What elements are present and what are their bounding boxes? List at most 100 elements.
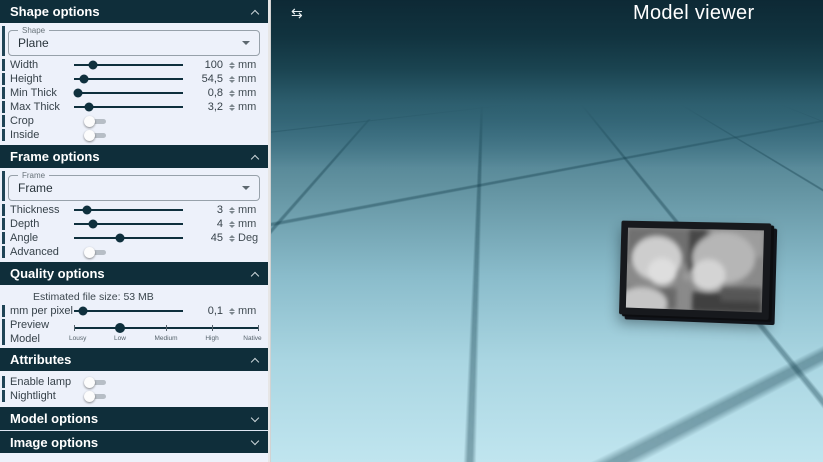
number-stepper-icon[interactable]	[228, 62, 235, 69]
number-stepper-icon[interactable]	[228, 90, 235, 97]
frame-select-row: Frame Frame	[8, 175, 260, 201]
quality-slider-track[interactable]	[74, 327, 258, 329]
section-header-quality-options[interactable]: Quality options	[0, 262, 268, 285]
min-thick-slider[interactable]	[74, 92, 183, 94]
shape-select[interactable]: Shape Plane	[8, 30, 260, 56]
slider-label: Angle	[10, 232, 74, 244]
slider-thumb[interactable]	[79, 75, 88, 84]
horizon-haze	[271, 105, 823, 167]
width-value[interactable]: 100	[193, 59, 223, 71]
toggle-label: Inside	[10, 129, 74, 141]
max-thick-value[interactable]: 3,2	[193, 101, 223, 113]
crop-toggle[interactable]	[84, 115, 107, 127]
toggle-row-crop: Crop	[0, 114, 268, 128]
options-sidebar: Shape options Shape Plane Width 100 mm H…	[0, 0, 268, 462]
number-stepper-icon[interactable]	[228, 76, 235, 83]
shape-select-row: Shape Plane	[8, 30, 260, 56]
attributes-body: Enable lamp Nightlight	[0, 371, 268, 407]
chevron-down-icon	[251, 437, 259, 445]
slider-thumb[interactable]	[78, 307, 87, 316]
section-title: Quality options	[10, 266, 105, 281]
slider-label: Thickness	[10, 204, 74, 216]
number-stepper-icon[interactable]	[228, 308, 235, 315]
number-stepper-icon[interactable]	[228, 207, 235, 214]
unit-label: Deg	[238, 232, 260, 244]
nightlight-toggle[interactable]	[84, 390, 107, 402]
width-slider[interactable]	[74, 64, 183, 66]
unit-label: mm	[238, 59, 260, 71]
slider-thumb[interactable]	[115, 234, 124, 243]
slider-label: Max Thick	[10, 101, 74, 113]
toggle-label: Nightlight	[10, 390, 84, 402]
slider-thumb[interactable]	[83, 206, 92, 215]
thickness-value[interactable]: 3	[193, 204, 223, 216]
shape-options-body: Shape Plane Width 100 mm Height 54,5 mm …	[0, 23, 268, 145]
tick-mark	[74, 325, 75, 331]
unit-label: mm	[238, 305, 260, 317]
depth-slider[interactable]	[74, 223, 183, 225]
unit-label: mm	[238, 218, 260, 230]
swap-pan-icon[interactable]: ⇆	[291, 6, 303, 20]
angle-value[interactable]: 45	[193, 232, 223, 244]
number-stepper-icon[interactable]	[228, 104, 235, 111]
max-thick-slider[interactable]	[74, 106, 183, 108]
thickness-slider[interactable]	[74, 209, 183, 211]
slider-label: Min Thick	[10, 87, 74, 99]
height-value[interactable]: 54,5	[193, 73, 223, 85]
model-viewer-canvas[interactable]: ⇆ Model viewer	[271, 0, 823, 462]
slider-thumb[interactable]	[88, 220, 97, 229]
slider-thumb[interactable]	[85, 103, 94, 112]
unit-label: mm	[238, 73, 260, 85]
frame-select-label: Frame	[18, 171, 49, 180]
number-stepper-icon[interactable]	[228, 221, 235, 228]
estimated-file-size: Estimated file size: 53 MB	[0, 285, 268, 304]
frame-select-value: Frame	[18, 181, 53, 195]
depth-value[interactable]: 4	[193, 218, 223, 230]
section-header-frame-options[interactable]: Frame options	[0, 145, 268, 168]
tick-label-high: High	[205, 335, 218, 342]
unit-label: mm	[238, 87, 260, 99]
quality-options-body: Estimated file size: 53 MB mm per pixel …	[0, 285, 268, 348]
mm-per-pixel-value[interactable]: 0,1	[193, 305, 223, 317]
section-title: Image options	[10, 435, 98, 450]
section-header-shape-options[interactable]: Shape options	[0, 0, 268, 23]
slider-row-width: Width 100 mm	[0, 58, 268, 72]
toggle-row-inside: Inside	[0, 128, 268, 142]
tick-label-low: Low	[114, 335, 126, 342]
section-header-image-options[interactable]: Image options	[0, 430, 268, 453]
mm-per-pixel-slider[interactable]	[74, 310, 183, 312]
unit-label: mm	[238, 101, 260, 113]
section-header-attributes[interactable]: Attributes	[0, 348, 268, 371]
lithophane-frame	[619, 221, 771, 320]
dropdown-arrow-icon	[242, 186, 250, 190]
model-label: Model	[10, 333, 74, 345]
chevron-up-icon	[251, 272, 259, 280]
section-title: Attributes	[10, 352, 71, 367]
frame-select[interactable]: Frame Frame	[8, 175, 260, 201]
tick-label-lousy: Lousy	[69, 335, 86, 342]
inside-toggle[interactable]	[84, 129, 107, 141]
toggle-row-enable-lamp: Enable lamp	[0, 375, 268, 389]
min-thick-value[interactable]: 0,8	[193, 87, 223, 99]
slider-row-min-thick: Min Thick 0,8 mm	[0, 86, 268, 100]
advanced-toggle[interactable]	[84, 246, 107, 258]
angle-slider[interactable]	[74, 237, 183, 239]
section-title: Model options	[10, 411, 98, 426]
section-header-model-options[interactable]: Model options	[0, 407, 268, 430]
height-slider[interactable]	[74, 78, 183, 80]
section-title: Frame options	[10, 149, 100, 164]
slider-thumb[interactable]	[88, 61, 97, 70]
lithophane-model[interactable]	[619, 221, 771, 320]
number-stepper-icon[interactable]	[228, 235, 235, 242]
slider-row-thickness: Thickness 3 mm	[0, 203, 268, 217]
slider-row-mm-per-pixel: mm per pixel 0,1 mm	[0, 304, 268, 318]
quality-slider-thumb[interactable]	[115, 323, 125, 333]
preview-model-quality-row: Preview Model Lousy Low Medium High	[0, 318, 268, 348]
quality-slider[interactable]: Lousy Low Medium High Native	[74, 318, 258, 348]
shape-select-value: Plane	[18, 36, 49, 50]
slider-row-angle: Angle 45 Deg	[0, 231, 268, 245]
preview-model-labels: Preview Model	[10, 318, 74, 348]
slider-thumb[interactable]	[74, 89, 83, 98]
slider-label: Height	[10, 73, 74, 85]
enable-lamp-toggle[interactable]	[84, 376, 107, 388]
